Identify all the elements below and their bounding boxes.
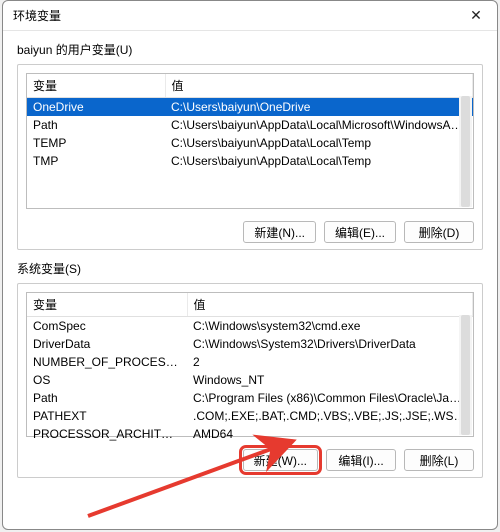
user-new-button[interactable]: 新建(N)... [243,221,316,243]
var-name-cell: Path [27,389,187,407]
var-value-cell: C:\Windows\system32\cmd.exe [187,317,473,336]
table-row[interactable]: PathC:\Program Files (x86)\Common Files\… [27,389,473,407]
table-row[interactable]: TMPC:\Users\baiyun\AppData\Local\Temp [27,152,473,170]
sys-new-button[interactable]: 新建(W)... [243,449,318,471]
user-edit-button[interactable]: 编辑(E)... [324,221,396,243]
close-icon: ✕ [470,7,482,24]
dialog-body: baiyun 的用户变量(U) 变量 值 OneDriveC:\Users\ba… [3,31,497,529]
user-vars-table[interactable]: 变量 值 OneDriveC:\Users\baiyun\OneDrivePat… [27,74,473,170]
var-value-cell: C:\Users\baiyun\AppData\Local\Microsoft\… [165,116,473,134]
close-button[interactable]: ✕ [455,2,497,30]
var-name-cell: DriverData [27,335,187,353]
scrollbar[interactable] [459,315,472,435]
col-header-name[interactable]: 变量 [27,293,187,317]
user-vars-fieldset: 变量 值 OneDriveC:\Users\baiyun\OneDrivePat… [17,64,483,250]
user-vars-label: baiyun 的用户变量(U) [17,41,483,58]
col-header-name[interactable]: 变量 [27,74,165,98]
sys-vars-fieldset: 变量 值 ComSpecC:\Windows\system32\cmd.exeD… [17,283,483,478]
var-value-cell: 2 [187,353,473,371]
titlebar: 环境变量 ✕ [3,1,497,31]
var-name-cell: NUMBER_OF_PROCESSORS [27,353,187,371]
var-value-cell: C:\Users\baiyun\AppData\Local\Temp [165,152,473,170]
var-name-cell: OS [27,371,187,389]
sys-edit-button[interactable]: 编辑(I)... [326,449,396,471]
var-name-cell: PATHEXT [27,407,187,425]
var-value-cell: .COM;.EXE;.BAT;.CMD;.VBS;.VBE;.JS;.JSE;.… [187,407,473,425]
user-vars-group: baiyun 的用户变量(U) 变量 值 OneDriveC:\Users\ba… [17,41,483,250]
scrollbar-thumb[interactable] [461,96,470,207]
table-row[interactable]: PathC:\Users\baiyun\AppData\Local\Micros… [27,116,473,134]
sys-vars-label: 系统变量(S) [17,260,483,277]
table-row[interactable]: DriverDataC:\Windows\System32\Drivers\Dr… [27,335,473,353]
col-header-value[interactable]: 值 [165,74,473,98]
scrollbar[interactable] [459,96,472,207]
var-value-cell: C:\Program Files (x86)\Common Files\Orac… [187,389,473,407]
var-value-cell: C:\Windows\System32\Drivers\DriverData [187,335,473,353]
user-delete-button[interactable]: 删除(D) [404,221,474,243]
var-name-cell: OneDrive [27,98,165,117]
table-row[interactable]: PROCESSOR_ARCHITECT...AMD64 [27,425,473,443]
env-vars-dialog: 环境变量 ✕ baiyun 的用户变量(U) 变量 值 [2,0,498,530]
sys-vars-group: 系统变量(S) 变量 值 ComSpecC:\Windows\system32\… [17,260,483,478]
table-row[interactable]: NUMBER_OF_PROCESSORS2 [27,353,473,371]
sys-vars-table[interactable]: 变量 值 ComSpecC:\Windows\system32\cmd.exeD… [27,293,473,443]
sys-vars-buttons: 新建(W)... 编辑(I)... 删除(L) [26,449,474,471]
sys-delete-button[interactable]: 删除(L) [404,449,474,471]
var-value-cell: C:\Users\baiyun\AppData\Local\Temp [165,134,473,152]
var-name-cell: Path [27,116,165,134]
var-name-cell: PROCESSOR_ARCHITECT... [27,425,187,443]
scrollbar-thumb[interactable] [461,315,470,435]
user-vars-table-wrap: 变量 值 OneDriveC:\Users\baiyun\OneDrivePat… [26,73,474,209]
var-name-cell: ComSpec [27,317,187,336]
var-name-cell: TEMP [27,134,165,152]
var-value-cell: C:\Users\baiyun\OneDrive [165,98,473,117]
table-row[interactable]: OneDriveC:\Users\baiyun\OneDrive [27,98,473,117]
var-value-cell: AMD64 [187,425,473,443]
col-header-value[interactable]: 值 [187,293,473,317]
window-title: 环境变量 [13,7,61,24]
user-vars-buttons: 新建(N)... 编辑(E)... 删除(D) [26,221,474,243]
table-row[interactable]: PATHEXT.COM;.EXE;.BAT;.CMD;.VBS;.VBE;.JS… [27,407,473,425]
table-row[interactable]: ComSpecC:\Windows\system32\cmd.exe [27,317,473,336]
var-value-cell: Windows_NT [187,371,473,389]
var-name-cell: TMP [27,152,165,170]
table-row[interactable]: OSWindows_NT [27,371,473,389]
table-row[interactable]: TEMPC:\Users\baiyun\AppData\Local\Temp [27,134,473,152]
sys-vars-table-wrap: 变量 值 ComSpecC:\Windows\system32\cmd.exeD… [26,292,474,437]
